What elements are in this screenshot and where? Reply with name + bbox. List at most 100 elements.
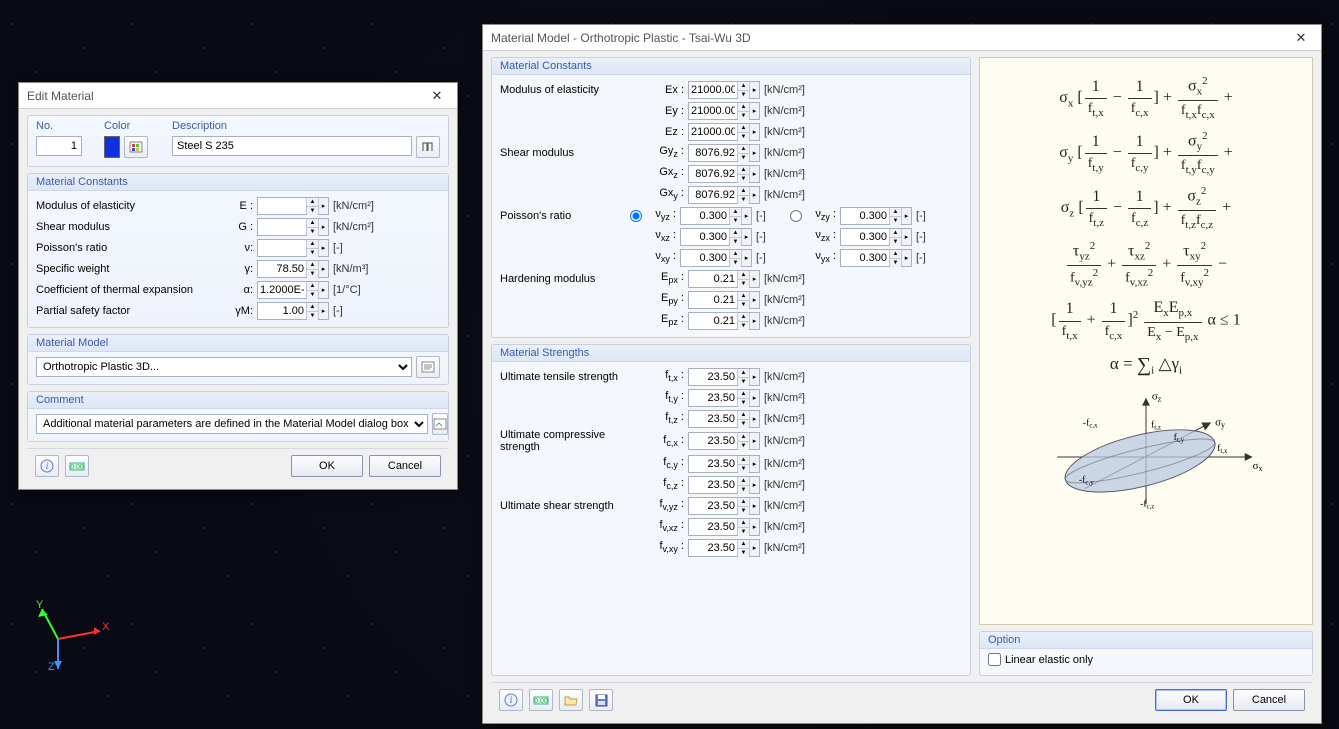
spinner-icon[interactable]: ▲▼ bbox=[306, 198, 318, 214]
library-button[interactable] bbox=[416, 136, 440, 158]
dropdown-icon[interactable]: ▸ bbox=[318, 219, 328, 235]
spinner-icon[interactable]: ▲▼ bbox=[737, 166, 749, 182]
dropdown-icon[interactable]: ▸ bbox=[749, 103, 759, 119]
comment-combo[interactable]: Additional material parameters are defin… bbox=[36, 414, 428, 434]
const-input-2[interactable]: ▲▼ ▸ bbox=[257, 239, 329, 257]
dropdown-icon[interactable]: ▸ bbox=[901, 208, 911, 224]
strength-input[interactable]: ▲▼ ▸ bbox=[688, 455, 760, 473]
strength-input[interactable]: ▲▼ ▸ bbox=[688, 476, 760, 494]
spinner-icon[interactable]: ▲▼ bbox=[889, 208, 901, 224]
ok-button[interactable]: OK bbox=[1155, 689, 1227, 711]
spinner-icon[interactable]: ▲▼ bbox=[889, 250, 901, 266]
color-swatch[interactable] bbox=[104, 136, 120, 158]
dropdown-icon[interactable]: ▸ bbox=[749, 166, 759, 182]
spinner-icon[interactable]: ▲▼ bbox=[737, 433, 749, 449]
description-input[interactable] bbox=[172, 136, 412, 156]
material-model-details-button[interactable] bbox=[416, 356, 440, 378]
strength-input[interactable]: ▲▼ ▸ bbox=[688, 389, 760, 407]
nu-input[interactable]: ▲▼ ▸ bbox=[840, 228, 912, 246]
param-input[interactable]: ▲▼ ▸ bbox=[688, 312, 760, 330]
nu-input[interactable]: ▲▼ ▸ bbox=[840, 207, 912, 225]
spinner-icon[interactable]: ▲▼ bbox=[306, 240, 318, 256]
dropdown-icon[interactable]: ▸ bbox=[901, 229, 911, 245]
dropdown-icon[interactable]: ▸ bbox=[318, 261, 328, 277]
dropdown-icon[interactable]: ▸ bbox=[901, 250, 911, 266]
dropdown-icon[interactable]: ▸ bbox=[741, 250, 751, 266]
close-icon[interactable]: ✕ bbox=[1289, 29, 1313, 47]
help-button[interactable]: i bbox=[499, 689, 523, 711]
dropdown-icon[interactable]: ▸ bbox=[741, 208, 751, 224]
spinner-icon[interactable]: ▲▼ bbox=[889, 229, 901, 245]
const-input-1[interactable]: ▲▼ ▸ bbox=[257, 218, 329, 236]
param-input[interactable]: ▲▼ ▸ bbox=[688, 144, 760, 162]
const-input-0[interactable]: ▲▼ ▸ bbox=[257, 197, 329, 215]
dropdown-icon[interactable]: ▸ bbox=[749, 145, 759, 161]
cancel-button[interactable]: Cancel bbox=[369, 455, 441, 477]
spinner-icon[interactable]: ▲▼ bbox=[737, 369, 749, 385]
spinner-icon[interactable]: ▲▼ bbox=[737, 292, 749, 308]
cancel-button[interactable]: Cancel bbox=[1233, 689, 1305, 711]
dropdown-icon[interactable]: ▸ bbox=[749, 292, 759, 308]
strength-input[interactable]: ▲▼ ▸ bbox=[688, 518, 760, 536]
linear-elastic-checkbox[interactable]: Linear elastic only bbox=[988, 653, 1093, 666]
spinner-icon[interactable]: ▲▼ bbox=[737, 103, 749, 119]
help-button[interactable]: i bbox=[35, 455, 59, 477]
param-input[interactable]: ▲▼ ▸ bbox=[688, 123, 760, 141]
strength-input[interactable]: ▲▼ ▸ bbox=[688, 539, 760, 557]
param-input[interactable]: ▲▼ ▸ bbox=[688, 102, 760, 120]
units-button[interactable]: 0.00 bbox=[529, 689, 553, 711]
spinner-icon[interactable]: ▲▼ bbox=[737, 456, 749, 472]
spinner-icon[interactable]: ▲▼ bbox=[737, 540, 749, 556]
spinner-icon[interactable]: ▲▼ bbox=[729, 229, 741, 245]
dropdown-icon[interactable]: ▸ bbox=[749, 124, 759, 140]
dropdown-icon[interactable]: ▸ bbox=[749, 519, 759, 535]
units-button[interactable]: 0.00 bbox=[65, 455, 89, 477]
strength-input[interactable]: ▲▼ ▸ bbox=[688, 368, 760, 386]
dropdown-icon[interactable]: ▸ bbox=[749, 313, 759, 329]
dropdown-icon[interactable]: ▸ bbox=[749, 82, 759, 98]
dropdown-icon[interactable]: ▸ bbox=[741, 229, 751, 245]
dropdown-icon[interactable]: ▸ bbox=[749, 369, 759, 385]
nu-input[interactable]: ▲▼ ▸ bbox=[680, 228, 752, 246]
spinner-icon[interactable]: ▲▼ bbox=[737, 145, 749, 161]
spinner-icon[interactable]: ▲▼ bbox=[737, 411, 749, 427]
spinner-icon[interactable]: ▲▼ bbox=[737, 313, 749, 329]
dropdown-icon[interactable]: ▸ bbox=[749, 187, 759, 203]
spinner-icon[interactable]: ▲▼ bbox=[306, 261, 318, 277]
dropdown-icon[interactable]: ▸ bbox=[749, 477, 759, 493]
save-button[interactable] bbox=[589, 689, 613, 711]
param-input[interactable]: ▲▼ ▸ bbox=[688, 81, 760, 99]
comment-edit-button[interactable] bbox=[432, 413, 448, 435]
material-model-select[interactable]: Orthotropic Plastic 3D... bbox=[36, 357, 412, 377]
strength-input[interactable]: ▲▼ ▸ bbox=[688, 410, 760, 428]
no-input[interactable] bbox=[36, 136, 82, 156]
spinner-icon[interactable]: ▲▼ bbox=[737, 82, 749, 98]
param-input[interactable]: ▲▼ ▸ bbox=[688, 165, 760, 183]
dropdown-icon[interactable]: ▸ bbox=[318, 282, 328, 298]
param-input[interactable]: ▲▼ ▸ bbox=[688, 270, 760, 288]
strength-input[interactable]: ▲▼ ▸ bbox=[688, 432, 760, 450]
spinner-icon[interactable]: ▲▼ bbox=[306, 219, 318, 235]
dropdown-icon[interactable]: ▸ bbox=[749, 411, 759, 427]
color-picker-button[interactable] bbox=[124, 136, 148, 158]
poisson-right-radio[interactable] bbox=[790, 210, 802, 222]
spinner-icon[interactable]: ▲▼ bbox=[737, 187, 749, 203]
spinner-icon[interactable]: ▲▼ bbox=[737, 498, 749, 514]
spinner-icon[interactable]: ▲▼ bbox=[737, 390, 749, 406]
spinner-icon[interactable]: ▲▼ bbox=[306, 282, 318, 298]
const-input-4[interactable]: ▲▼ ▸ bbox=[257, 281, 329, 299]
spinner-icon[interactable]: ▲▼ bbox=[737, 519, 749, 535]
spinner-icon[interactable]: ▲▼ bbox=[737, 477, 749, 493]
open-button[interactable] bbox=[559, 689, 583, 711]
strength-input[interactable]: ▲▼ ▸ bbox=[688, 497, 760, 515]
nu-input[interactable]: ▲▼ ▸ bbox=[680, 207, 752, 225]
dropdown-icon[interactable]: ▸ bbox=[749, 540, 759, 556]
dropdown-icon[interactable]: ▸ bbox=[318, 303, 328, 319]
dropdown-icon[interactable]: ▸ bbox=[318, 240, 328, 256]
spinner-icon[interactable]: ▲▼ bbox=[729, 250, 741, 266]
const-input-3[interactable]: ▲▼ ▸ bbox=[257, 260, 329, 278]
ok-button[interactable]: OK bbox=[291, 455, 363, 477]
dropdown-icon[interactable]: ▸ bbox=[749, 390, 759, 406]
dropdown-icon[interactable]: ▸ bbox=[749, 498, 759, 514]
spinner-icon[interactable]: ▲▼ bbox=[306, 303, 318, 319]
